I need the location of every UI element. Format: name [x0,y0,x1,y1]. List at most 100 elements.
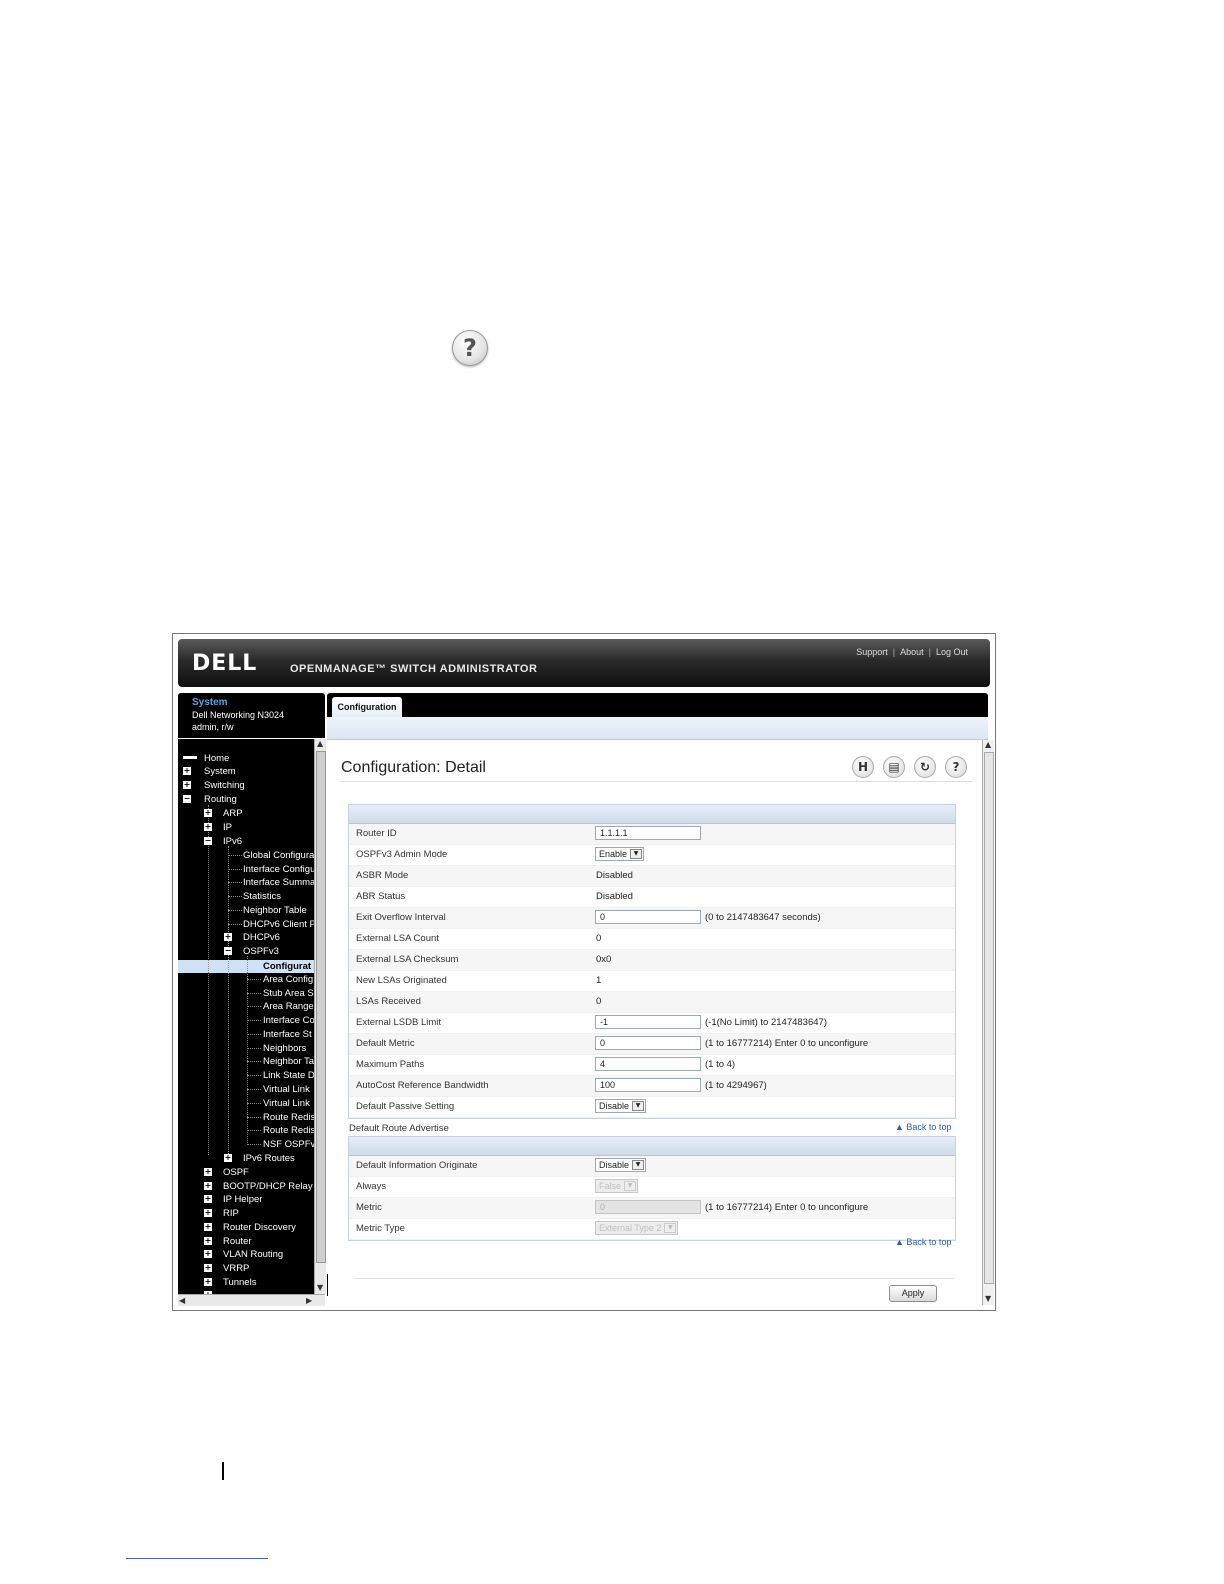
table-row: External LSDB Limit -1 (-1(No Limit) to … [349,1013,955,1034]
max-paths-input[interactable]: 4 [595,1057,701,1071]
nav-arp[interactable]: ARP [223,807,243,820]
router-id-label: Router ID [356,828,397,839]
back-to-top-link-bottom[interactable]: ▲ Back to top [895,1237,951,1247]
nav-virtual-link-summary[interactable]: Virtual Link [263,1097,310,1110]
nav-nsf-ospfv3[interactable]: NSF OSPFv [263,1138,314,1151]
expand-icon[interactable]: + [204,1250,212,1258]
nav-rip[interactable]: RIP [223,1207,239,1220]
nav-routing[interactable]: Routing [204,793,237,806]
expand-icon[interactable]: + [204,1195,212,1203]
print-icon[interactable]: ▤ [883,756,905,778]
nav-neighbors[interactable]: Neighbors [263,1042,306,1055]
metric-type-select: External Type 2 ▼ [595,1221,679,1235]
passive-setting-select[interactable]: Disable ▼ [595,1099,647,1113]
expand-icon[interactable]: + [224,1154,232,1162]
apply-button[interactable]: Apply [889,1285,937,1302]
nav-interface-summary[interactable]: Interface Summa [243,876,314,889]
table-row: AutoCost Reference Bandwidth 100 (1 to 4… [349,1076,955,1097]
nav-switching[interactable]: Switching [204,779,245,792]
nav-ospf[interactable]: OSPF [223,1166,249,1179]
nav-ipv6[interactable]: IPv6 [223,835,242,848]
scroll-up-icon[interactable]: ▲ [985,740,991,749]
expand-icon[interactable]: + [204,823,212,831]
nav-interface-configuration[interactable]: Interface Configu [243,863,314,876]
chevron-down-icon[interactable]: ▼ [630,849,643,859]
expand-icon[interactable]: + [224,933,232,941]
autocost-input[interactable]: 100 [595,1078,701,1092]
scroll-up-icon[interactable]: ▲ [317,739,323,748]
content-scroll-thumb[interactable] [984,752,994,1284]
scroll-down-icon[interactable]: ▼ [317,1283,323,1292]
nav-dhcpv6[interactable]: DHCPv6 [243,931,280,944]
nav-vrrp[interactable]: VRRP [223,1262,249,1275]
chevron-down-icon[interactable]: ▼ [632,1101,645,1111]
system-title[interactable]: System [192,697,228,708]
nav-neighbor-table[interactable]: Neighbor Table [243,904,307,917]
nav-home[interactable]: Home [204,752,229,765]
scroll-left-icon[interactable]: ◀ [179,1296,185,1305]
nav-bootp-dhcp-relay[interactable]: BOOTP/DHCP Relay [223,1180,313,1193]
nav-statistics[interactable]: Statistics [243,890,281,903]
chevron-down-icon[interactable]: ▼ [632,1160,645,1170]
nav-neighbor-table-ospfv3[interactable]: Neighbor Ta [263,1055,314,1068]
app-window: DELL OPENMANAGE™ SWITCH ADMINISTRATOR Su… [172,633,996,1311]
default-metric-input[interactable]: 0 [595,1036,701,1050]
nav-route-redistribution-config[interactable]: Route Redis [263,1111,314,1124]
about-link[interactable]: About [900,647,924,657]
nav-route-redistribution-summary[interactable]: Route Redis [263,1124,314,1137]
nav-vertical-scrollbar[interactable]: ▲ ▼ [314,739,326,1294]
admin-mode-select[interactable]: Enable ▼ [595,847,645,861]
nav-interface-statistics[interactable]: Interface St [263,1028,312,1041]
content-vertical-scrollbar[interactable]: ▲ ▼ [982,740,994,1305]
nav-interface-configuration-ospfv3[interactable]: Interface Co [263,1014,314,1027]
expand-icon[interactable]: + [204,1182,212,1190]
nav-system[interactable]: System [204,765,236,778]
back-to-top-link[interactable]: ▲ Back to top [895,1122,951,1132]
metric-input: 0 [595,1200,701,1214]
help-icon[interactable]: ? [945,756,967,778]
collapse-icon[interactable]: − [183,795,191,803]
nav-ospfv3-configuration[interactable]: Configurat [263,960,311,973]
router-id-input[interactable]: 1.1.1.1 [595,826,701,840]
nav-area-range[interactable]: Area Range [263,1000,314,1013]
nav-virtual-link-config[interactable]: Virtual Link [263,1083,310,1096]
refresh-icon[interactable]: ↻ [914,756,936,778]
nav-tunnels[interactable]: Tunnels [223,1276,256,1289]
nav-area-configuration[interactable]: Area Config [263,973,313,986]
nav-ipv6-routes[interactable]: IPv6 Routes [243,1152,295,1165]
ext-lsdb-input[interactable]: -1 [595,1015,701,1029]
collapse-icon[interactable]: − [204,837,212,845]
expand-icon[interactable]: + [204,1278,212,1286]
save-icon[interactable]: H [852,756,874,778]
support-link[interactable]: Support [856,647,888,657]
expand-icon[interactable]: + [204,1209,212,1217]
originate-select[interactable]: Disable ▼ [595,1158,647,1172]
expand-icon[interactable]: + [183,767,191,775]
expand-icon[interactable]: + [204,1223,212,1231]
nav-router[interactable]: Router [223,1235,252,1248]
scroll-down-icon[interactable]: ▼ [985,1294,991,1303]
nav-dhcpv6-client[interactable]: DHCPv6 Client P [243,918,314,931]
system-info: System Dell Networking N3024 admin, r/w [178,693,325,738]
nav-vlan-routing[interactable]: VLAN Routing [223,1248,283,1261]
nav-ip[interactable]: IP [223,821,232,834]
nav-horizontal-scrollbar[interactable]: ◀ ▶ [178,1294,325,1306]
collapse-icon[interactable]: − [224,947,232,955]
nav-ospfv3[interactable]: OSPFv3 [243,945,279,958]
nav-ip-helper[interactable]: IP Helper [223,1193,262,1206]
tab-configuration[interactable]: Configuration [332,697,402,717]
exit-overflow-input[interactable]: 0 [595,910,701,924]
nav-router-discovery[interactable]: Router Discovery [223,1221,296,1234]
nav-global-configuration[interactable]: Global Configura [243,849,314,862]
nav-link-state-database[interactable]: Link State D [263,1069,314,1082]
logout-link[interactable]: Log Out [936,647,968,657]
lsas-received-value: 0 [596,996,602,1007]
expand-icon[interactable]: + [204,1264,212,1272]
nav-scroll-thumb[interactable] [316,751,326,1263]
expand-icon[interactable]: + [183,781,191,789]
scroll-right-icon[interactable]: ▶ [306,1296,312,1305]
expand-icon[interactable]: + [204,809,212,817]
nav-stub-area-summary[interactable]: Stub Area S [263,987,314,1000]
expand-icon[interactable]: + [204,1168,212,1176]
expand-icon[interactable]: + [204,1237,212,1245]
